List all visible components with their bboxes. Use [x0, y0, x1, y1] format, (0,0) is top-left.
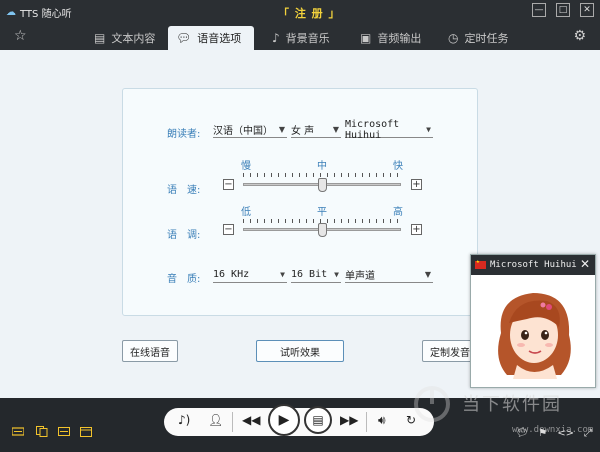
voice-avatar — [487, 283, 581, 379]
fullscreen-icon[interactable]: ⤢ — [584, 428, 592, 439]
pitch-increase-button[interactable]: + — [411, 224, 422, 235]
gender-select[interactable]: 女 声 ▼ — [291, 122, 341, 138]
tab-background-music[interactable]: ♪ 背景音乐 — [264, 26, 338, 50]
separator — [366, 412, 367, 432]
voice-value: Microsoft Huihui — [345, 118, 400, 141]
rewind-icon[interactable]: ◀◀ — [242, 413, 260, 427]
speed-label: 语 速: — [167, 185, 201, 196]
tab-voice-options[interactable]: 💬︎ 语音选项 — [168, 26, 254, 50]
tab-label: 背景音乐 — [285, 32, 330, 45]
app-title-text: TTS 随心听 — [20, 9, 72, 20]
app-logo-icon: ☁ — [6, 7, 16, 18]
speed-scale-slow: 慢 — [241, 161, 251, 172]
sample-rate-value: 16 KHz — [213, 269, 250, 280]
sample-rate-select[interactable]: 16 KHz ▼ — [213, 267, 287, 283]
tab-label: 音频输出 — [377, 32, 422, 45]
title-bar: ☁ TTS 随心听 「 注 册 」 — □ ✕ — [0, 0, 600, 24]
language-select[interactable]: 汉语（中国） ▼ — [213, 122, 287, 138]
keyboard-icon[interactable] — [58, 426, 70, 437]
maximize-button[interactable]: □ — [556, 3, 570, 17]
save-audio-button[interactable]: ▤ — [304, 406, 332, 434]
dropdown-arrow-icon: ▼ — [332, 125, 339, 134]
bit-depth-select[interactable]: 16 Bit ▼ — [291, 267, 341, 283]
watermark-text: 当下软件园 — [462, 394, 562, 415]
voice-card-close-icon[interactable]: ✕ — [580, 257, 590, 271]
dropdown-arrow-icon: ▼ — [278, 125, 285, 134]
tab-label: 定时任务 — [464, 32, 509, 45]
tab-label: 语音选项 — [197, 32, 242, 45]
dropdown-arrow-icon: ▼ — [334, 270, 339, 279]
speed-decrease-button[interactable]: − — [223, 179, 234, 190]
speech-bubble-icon: 💬︎ — [176, 31, 192, 45]
save-icon: ▤ — [312, 413, 324, 427]
speed-slider-thumb[interactable] — [317, 178, 327, 192]
dropdown-arrow-icon: ▼ — [426, 125, 431, 134]
channels-value: 单声道 — [345, 271, 375, 282]
document-icon: ▤ — [94, 31, 106, 45]
settings-gear-icon[interactable]: ⚙ — [573, 28, 586, 44]
status-icons: 💬︎ ⚑ <> ⤢ — [516, 428, 592, 439]
tab-bar: ☆ ▤ 文本内容 💬︎ 语音选项 ♪ 背景音乐 ▣ 音频输出 ◷ 定时任务 ⚙ — [0, 24, 600, 50]
pitch-scale-low: 低 — [241, 207, 251, 218]
voice-card-title: Microsoft Huihui — [490, 260, 577, 270]
play-button[interactable]: ▶ — [268, 404, 300, 436]
play-icon: ▶ — [278, 412, 290, 428]
dropdown-arrow-icon: ▼ — [424, 270, 431, 279]
close-button[interactable]: ✕ — [580, 3, 594, 17]
online-voice-button[interactable]: 在线语音 — [122, 340, 178, 362]
chat-icon[interactable]: 💬︎ — [516, 428, 529, 439]
pitch-label: 语 调: — [167, 230, 201, 241]
fast-forward-icon[interactable]: ▶▶ — [340, 413, 358, 427]
speaker-person-icon[interactable]: 👤︎ — [208, 413, 223, 427]
flag-icon[interactable]: ⚑ — [538, 428, 547, 439]
quality-label: 音 质: — [167, 274, 201, 285]
pitch-scale-mid: 平 — [317, 207, 327, 218]
register-link[interactable]: 「 注 册 」 — [278, 5, 341, 21]
window-controls: — □ ✕ — [532, 3, 594, 17]
language-value: 汉语（中国） — [213, 126, 273, 137]
bit-depth-value: 16 Bit — [291, 269, 328, 280]
speed-scale-mid: 中 — [317, 161, 327, 172]
tool-icon-1[interactable] — [12, 426, 24, 437]
calendar-icon[interactable] — [80, 426, 92, 437]
minimize-button[interactable]: — — [532, 3, 546, 17]
speed-increase-button[interactable]: + — [411, 179, 422, 190]
speed-scale-fast: 快 — [393, 161, 403, 172]
dropdown-arrow-icon: ▼ — [280, 270, 285, 279]
clock-icon: ◷ — [448, 31, 459, 45]
voice-select[interactable]: Microsoft Huihui ▼ — [345, 118, 433, 141]
tab-label: 文本内容 — [111, 32, 156, 45]
tab-scheduled-tasks[interactable]: ◷ 定时任务 — [440, 26, 516, 50]
tab-audio-output[interactable]: ▣ 音频输出 — [352, 26, 429, 50]
copy-icon[interactable] — [36, 426, 48, 437]
music-note-icon: ♪ — [272, 31, 280, 45]
channels-select[interactable]: 单声道 ▼ — [345, 267, 433, 283]
gender-value: 女 声 — [291, 126, 315, 137]
pitch-decrease-button[interactable]: − — [223, 224, 234, 235]
voice-card-header: Microsoft Huihui — [471, 255, 595, 275]
volume-icon[interactable]: 🔊︎ — [378, 413, 386, 428]
film-icon: ▣ — [360, 31, 372, 45]
speed-ticks — [243, 173, 401, 177]
playback-controls: ♪) 👤︎ ◀◀ ▶ ▤ ▶▶ 🔊︎ ↻ — [164, 404, 434, 436]
separator — [232, 412, 233, 432]
reader-label: 朗读者: — [167, 129, 201, 140]
pitch-slider-thumb[interactable] — [317, 223, 327, 237]
preview-button[interactable]: 试听效果 — [256, 340, 344, 362]
code-icon[interactable]: <> — [557, 428, 574, 439]
voice-card-popup: Microsoft Huihui ✕ — [470, 254, 596, 388]
app-title: ☁ TTS 随心听 — [6, 5, 72, 20]
pitch-scale-high: 高 — [393, 207, 403, 218]
favorite-star-icon[interactable]: ☆ — [14, 28, 27, 44]
tab-text-content[interactable]: ▤ 文本内容 — [86, 26, 163, 50]
china-flag-icon — [475, 258, 486, 269]
volume-voice-icon[interactable]: ♪) — [178, 413, 190, 427]
voice-options-panel: 朗读者: 汉语（中国） ▼ 女 声 ▼ Microsoft Huihui ▼ 慢… — [122, 88, 478, 316]
